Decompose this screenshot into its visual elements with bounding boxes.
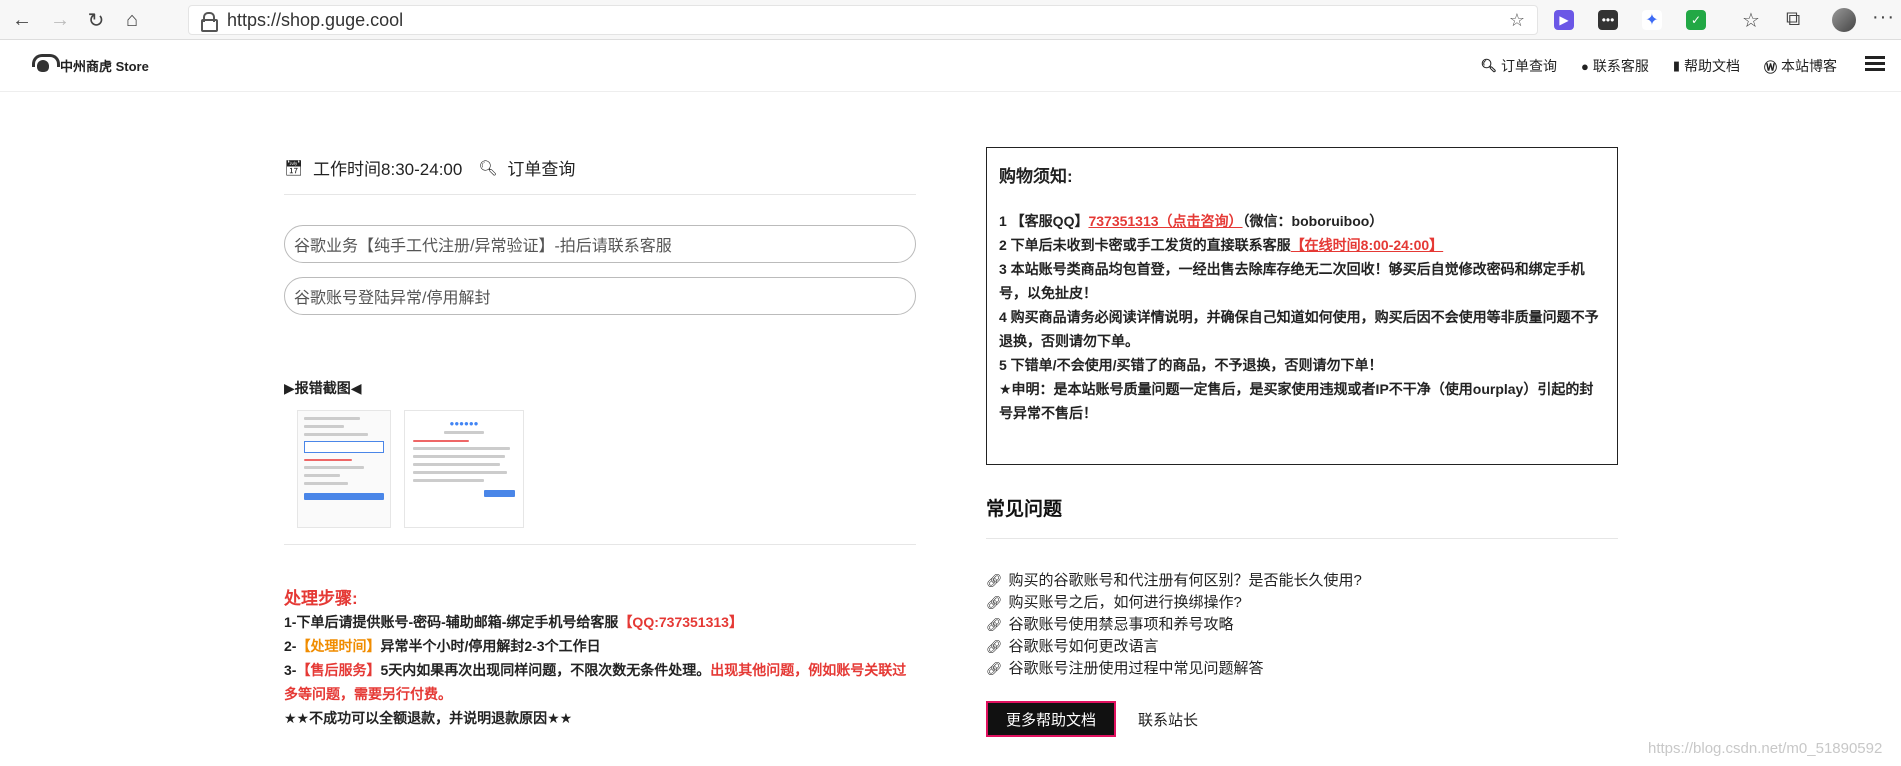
bookmark-icon: ▮: [1672, 58, 1680, 73]
search-icon: 🔍︎: [478, 159, 498, 177]
error-screenshot-2[interactable]: ●●●●●●: [404, 410, 524, 528]
profile-avatar[interactable]: [1832, 8, 1856, 32]
top-nav: 🔍︎ 订单查询 ● 联系客服 ▮ 帮助文档 Ⓦ 本站博客: [1480, 56, 1837, 76]
nav-label: 本站博客: [1781, 58, 1837, 74]
work-time: 工作时间8:30-24:00: [313, 160, 463, 179]
qq-contact-link[interactable]: 737351313（点击咨询）: [1088, 213, 1242, 229]
address-bar[interactable]: https://shop.guge.cool ☆: [188, 5, 1538, 35]
back-arrow-icon[interactable]: ←: [2, 0, 42, 40]
home-icon[interactable]: ⌂: [112, 0, 152, 40]
contact-admin-link[interactable]: 联系站长: [1138, 709, 1198, 730]
product-category-select[interactable]: 谷歌业务【纯手工代注册/异常验证】-拍后请联系客服: [284, 225, 916, 263]
google-logo-icon: ●●●●●●: [449, 419, 479, 428]
divider: [284, 194, 916, 195]
item-value: 谷歌账号登陆异常/停用解封: [294, 290, 491, 307]
nav-label: 联系客服: [1592, 58, 1649, 74]
nav-contact-service[interactable]: ● 联系客服: [1581, 56, 1649, 76]
extension-icon-3[interactable]: ✦: [1642, 10, 1662, 30]
shopping-notice: 购物须知: 1 【客服QQ】737351313（点击咨询）（微信：boborui…: [986, 147, 1618, 465]
faq-item[interactable]: 🔗︎ 谷歌账号注册使用过程中常见问题解答: [986, 658, 1618, 680]
notice-line-1: 1 【客服QQ】737351313（点击咨询）（微信：boboruiboo）: [999, 209, 1605, 233]
order-query-link[interactable]: 订单查询: [507, 155, 575, 180]
faq-list: 🔗︎ 购买的谷歌账号和代注册有何区别？是否能长久使用? 🔗︎ 购买账号之后，如何进行…: [986, 570, 1618, 680]
step-1: 1-下单后请提供账号-密码-辅助邮箱-绑定手机号给客服【QQ:737351313…: [284, 610, 916, 634]
logo-text: 中州商虎 Store: [60, 58, 149, 74]
notice-text: （微信：boboruiboo）: [1242, 213, 1384, 229]
collections-icon[interactable]: ⧉: [1786, 8, 1800, 31]
faq-item[interactable]: 🔗︎ 谷歌账号如何更改语言: [986, 636, 1618, 658]
faq-text: 购买账号之后，如何进行换绑操作?: [1008, 594, 1242, 611]
link-icon: 🔗︎: [986, 573, 1003, 588]
browser-toolbar: ← → ↻ ⌂ https://shop.guge.cool ☆ ▶ ••• ✦…: [0, 0, 1901, 40]
nav-order-query[interactable]: 🔍︎ 订单查询: [1480, 56, 1557, 76]
notice-line-4: 4 购买商品请务必阅读详情说明，并确保自己知道如何使用，购买后因不会使用等非质量…: [999, 309, 1599, 349]
steps-title: 处理步骤:: [284, 589, 358, 608]
error-screenshot-label: ▶报错截图◀: [284, 380, 362, 396]
link-icon: 🔗︎: [986, 617, 1003, 632]
refresh-icon[interactable]: ↻: [76, 0, 116, 40]
step-2: 2-【处理时间】异常半个小时/停用解封2-3个工作日: [284, 634, 916, 658]
step-highlight: 【处理时间】: [296, 638, 381, 654]
favorite-star-icon[interactable]: ☆: [1509, 10, 1525, 31]
favorites-icon[interactable]: ☆: [1742, 8, 1760, 33]
faq-text: 谷歌账号注册使用过程中常见问题解答: [1008, 660, 1264, 677]
notice-line-3: 3 本站账号类商品均包首登，一经出售去除库存绝无二次回收！够买后自觉修改密码和绑…: [999, 261, 1585, 301]
step-text: 2-: [284, 638, 297, 654]
nav-blog[interactable]: Ⓦ 本站博客: [1764, 56, 1837, 76]
link-icon: 🔗︎: [986, 639, 1003, 654]
notice-text: 1 【客服QQ】: [999, 213, 1089, 229]
step-text: 3-: [284, 662, 297, 678]
notice-declaration: ★申明：是本站账号质量问题一定售后，是买家使用违规或者IP不干净（使用ourpl…: [999, 381, 1594, 421]
faq-item[interactable]: 🔗︎ 购买的谷歌账号和代注册有何区别？是否能长久使用?: [986, 570, 1618, 592]
faq-item[interactable]: 🔗︎ 谷歌账号使用禁忌事项和养号攻略: [986, 614, 1618, 636]
more-icon[interactable]: ···: [1872, 6, 1895, 29]
nav-label: 订单查询: [1500, 58, 1557, 74]
extension-icon-1[interactable]: ▶: [1554, 10, 1574, 30]
divider: [284, 544, 916, 545]
search-icon: 🔍︎: [1480, 58, 1497, 73]
url-text[interactable]: https://shop.guge.cool: [227, 10, 403, 31]
faq-text: 谷歌账号如何更改语言: [1008, 638, 1159, 655]
product-item-select[interactable]: 谷歌账号登陆异常/停用解封: [284, 277, 916, 315]
forward-arrow-icon[interactable]: →: [40, 0, 80, 40]
nav-help-docs[interactable]: ▮ 帮助文档: [1673, 56, 1740, 76]
step-highlight: 【售后服务】: [296, 662, 381, 678]
nav-label: 帮助文档: [1683, 58, 1740, 74]
category-value: 谷歌业务【纯手工代注册/异常验证】-拍后请联系客服: [294, 238, 672, 255]
divider: [986, 538, 1618, 539]
faq-title: 常见问题: [986, 499, 1063, 520]
extension-icon-4[interactable]: ✓: [1686, 10, 1706, 30]
step-highlight: 【QQ:737351313】: [618, 614, 743, 630]
step-text: 1-下单后请提供账号-密码-辅助邮箱-绑定手机号给客服: [284, 614, 619, 630]
step-4: ★★不成功可以全额退款，并说明退款原因★★: [284, 706, 916, 730]
step-text: 5天内如果再次出现同样问题，不限次数无条件处理。: [380, 662, 711, 678]
work-time-row: 📅︎ 工作时间8:30-24:00 🔍︎ 订单查询: [284, 155, 575, 180]
qq-icon: ●: [1580, 58, 1589, 74]
extension-icon-2[interactable]: •••: [1598, 10, 1618, 30]
notice-title: 购物须知:: [999, 167, 1073, 186]
step-3: 3-【售后服务】5天内如果再次出现同样问题，不限次数无条件处理。出现其他问题，例…: [284, 658, 916, 706]
menu-icon[interactable]: [1865, 56, 1885, 72]
faq-text: 购买的谷歌账号和代注册有何区别？是否能长久使用?: [1008, 572, 1362, 589]
site-header: 中州商虎 Store 🔍︎ 订单查询 ● 联系客服 ▮ 帮助文档 Ⓦ 本站博客: [0, 40, 1901, 92]
watermark: https://blog.csdn.net/m0_51890592: [1648, 740, 1883, 757]
step-text: 异常半个小时/停用解封2-3个工作日: [380, 638, 601, 654]
site-logo[interactable]: 中州商虎 Store: [32, 54, 149, 76]
notice-line-2: 2 下单后未收到卡密或手工发货的直接联系客服【在线时间8:00-24:00】: [999, 233, 1605, 257]
tiger-logo-icon: [32, 54, 60, 76]
online-time-link[interactable]: 【在线时间8:00-24:00】: [1291, 237, 1444, 253]
calendar-icon: 📅︎: [284, 159, 304, 177]
notice-line-5: 5 下错单/不会使用/买错了的商品，不予退换，否则请勿下单！: [999, 357, 1383, 373]
step-text: ★★不成功可以全额退款，并说明退款原因★★: [284, 710, 573, 726]
notice-text: 2 下单后未收到卡密或手工发货的直接联系客服: [999, 237, 1291, 253]
error-screenshot-1[interactable]: [297, 410, 391, 528]
lock-icon: [201, 12, 218, 32]
faq-item[interactable]: 🔗︎ 购买账号之后，如何进行换绑操作?: [986, 592, 1618, 614]
more-help-docs-button[interactable]: 更多帮助文档: [986, 701, 1116, 737]
link-icon: 🔗︎: [986, 595, 1003, 610]
link-icon: 🔗︎: [986, 661, 1003, 676]
faq-text: 谷歌账号使用禁忌事项和养号攻略: [1008, 616, 1234, 633]
wordpress-icon: Ⓦ: [1763, 59, 1777, 75]
